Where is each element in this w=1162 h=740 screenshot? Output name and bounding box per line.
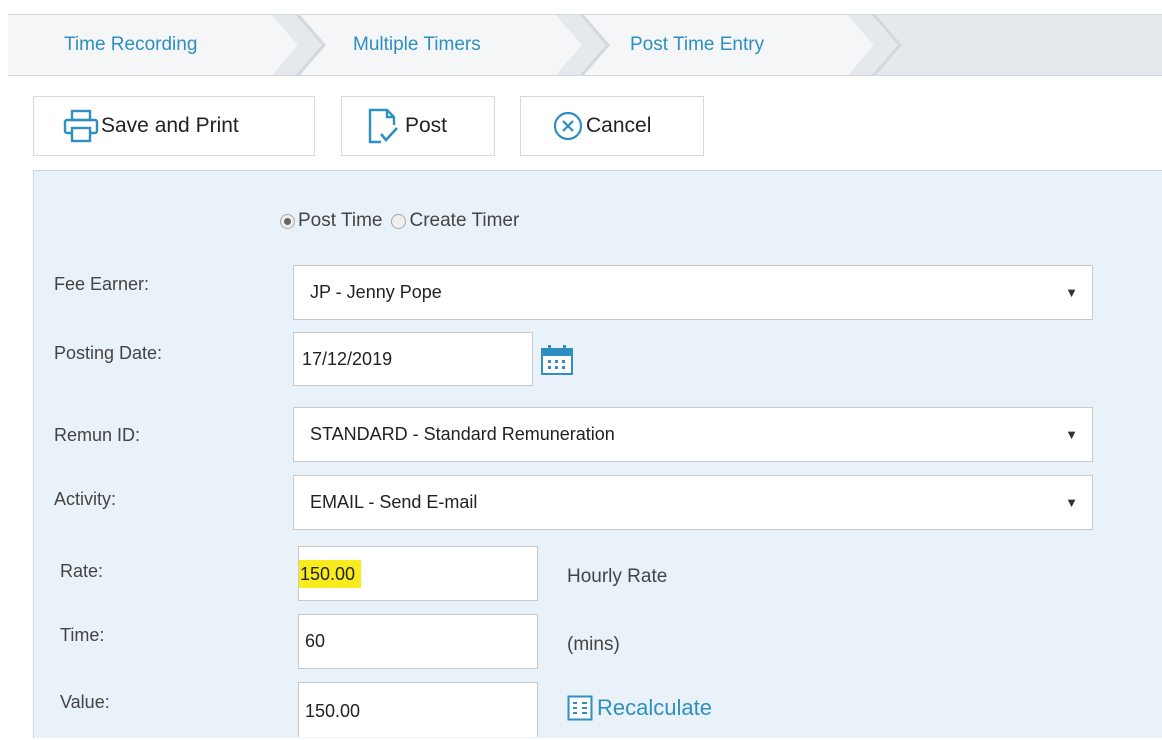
mode-radio-group: Post Time Create Timer bbox=[280, 210, 519, 232]
time-label: Time: bbox=[60, 625, 105, 645]
printer-icon bbox=[63, 109, 99, 143]
activity-select[interactable]: EMAIL - Send E-mail ▼ bbox=[293, 475, 1093, 530]
post-time-label: Post Time bbox=[298, 210, 383, 231]
posting-date-input[interactable]: 17/12/2019 bbox=[293, 332, 533, 386]
dropdown-arrow-icon: ▼ bbox=[1065, 427, 1078, 442]
document-check-icon bbox=[367, 107, 399, 145]
save-and-print-button[interactable]: Save and Print bbox=[33, 96, 315, 156]
activity-value: EMAIL - Send E-mail bbox=[310, 492, 478, 512]
value-value: 150.00 bbox=[305, 701, 361, 721]
time-note: (mins) bbox=[567, 634, 620, 655]
breadcrumb-time-recording[interactable]: Time Recording bbox=[8, 15, 298, 75]
rate-label: Rate: bbox=[60, 561, 104, 581]
remun-id-select[interactable]: STANDARD - Standard Remuneration ▼ bbox=[293, 407, 1093, 462]
time-input[interactable]: 60 bbox=[298, 614, 538, 669]
rate-value: 150.00 bbox=[299, 560, 362, 588]
activity-label: Activity: bbox=[54, 489, 117, 509]
fee-earner-label: Fee Earner: bbox=[54, 274, 150, 294]
create-timer-label: Create Timer bbox=[409, 210, 520, 231]
breadcrumb: Time Recording Multiple Timers Post Time… bbox=[8, 14, 1162, 76]
dropdown-arrow-icon: ▼ bbox=[1065, 495, 1078, 510]
breadcrumb-multiple-timers[interactable]: Multiple Timers bbox=[300, 15, 582, 75]
post-button[interactable]: Post bbox=[341, 96, 495, 156]
remun-id-label: Remun ID: bbox=[54, 425, 141, 445]
dropdown-arrow-icon: ▼ bbox=[1065, 285, 1078, 300]
posting-date-label: Posting Date: bbox=[54, 343, 163, 363]
rate-input[interactable]: 150.00 bbox=[298, 546, 538, 601]
rate-note: Hourly Rate bbox=[567, 566, 668, 587]
value-label: Value: bbox=[60, 692, 110, 712]
cancel-button[interactable]: Cancel bbox=[520, 96, 704, 156]
breadcrumb-label: Time Recording bbox=[64, 34, 198, 55]
post-time-radio[interactable] bbox=[280, 213, 295, 229]
create-timer-radio[interactable] bbox=[391, 213, 407, 229]
breadcrumb-post-time-entry[interactable]: Post Time Entry bbox=[584, 15, 874, 75]
close-circle-icon bbox=[552, 110, 584, 142]
post-label: Post bbox=[405, 114, 448, 137]
posting-date-value: 17/12/2019 bbox=[302, 349, 393, 369]
recalculate-label: Recalculate bbox=[597, 695, 712, 720]
fee-earner-value: JP - Jenny Pope bbox=[310, 282, 442, 302]
calculator-icon bbox=[567, 695, 593, 721]
fee-earner-select[interactable]: JP - Jenny Pope ▼ bbox=[293, 265, 1093, 320]
calendar-icon[interactable] bbox=[540, 344, 574, 381]
time-value: 60 bbox=[305, 631, 326, 651]
remun-id-value: STANDARD - Standard Remuneration bbox=[310, 424, 615, 444]
breadcrumb-separator bbox=[872, 15, 902, 75]
value-input[interactable]: 150.00 bbox=[298, 682, 538, 737]
recalculate-button[interactable]: Recalculate bbox=[567, 695, 712, 721]
breadcrumb-label: Multiple Timers bbox=[353, 34, 481, 55]
breadcrumb-label: Post Time Entry bbox=[630, 34, 765, 55]
save-and-print-label: Save and Print bbox=[101, 114, 239, 137]
cancel-label: Cancel bbox=[586, 114, 652, 137]
